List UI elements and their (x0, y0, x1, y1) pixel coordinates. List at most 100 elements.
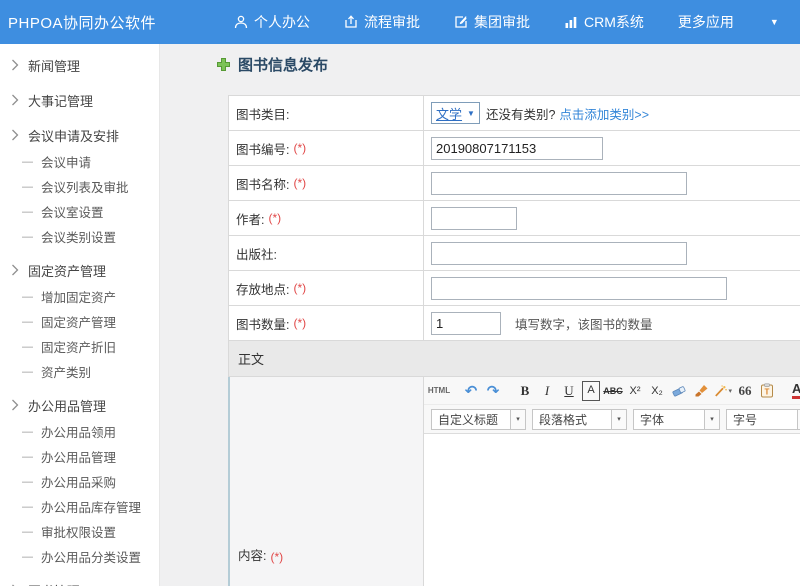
caret-down-icon: ▾ (611, 410, 626, 429)
undo-icon[interactable]: ↶ (462, 381, 480, 401)
font-border-button[interactable]: A (582, 381, 600, 401)
field-label: 图书编号: (236, 139, 289, 158)
page-title: 图书信息发布 (216, 54, 328, 75)
nav-label: 更多应用 (678, 12, 734, 32)
select-caret-icon: ▼ (467, 109, 475, 118)
html-source-button[interactable]: HTML (430, 381, 448, 401)
sidebar-item-news-mgmt[interactable]: 新闻管理 (0, 51, 159, 79)
sidebar-item-asset-add[interactable]: —增加固定资产 (0, 284, 159, 309)
book-name-input[interactable] (431, 172, 687, 195)
paragraph-format-dropdown[interactable]: 段落格式 ▾ (532, 409, 627, 430)
underline-button[interactable]: U (560, 381, 578, 401)
sidebar-item-asset-manage[interactable]: —固定资产管理 (0, 309, 159, 334)
font-size-dropdown[interactable]: 字号 ▾ (726, 409, 800, 430)
nav-item-personal-office[interactable]: 个人办公 (234, 12, 310, 32)
dash-icon: — (22, 366, 33, 378)
chevron-right-icon (11, 129, 19, 141)
book-form: 图书类目: 文学 ▼ 还没有类别? 点击添加类别>> 图书编号: (*) 图书名称… (228, 95, 800, 586)
eraser-icon[interactable] (670, 381, 688, 401)
blockquote-button[interactable]: 66 (736, 381, 754, 401)
font-color-button[interactable]: A▾ (790, 381, 800, 401)
italic-button[interactable]: I (538, 381, 556, 401)
add-category-link[interactable]: 点击添加类别>> (559, 104, 649, 123)
editor-content-area[interactable] (424, 434, 800, 586)
form-row-category: 图书类目: 文学 ▼ 还没有类别? 点击添加类别>> (229, 96, 800, 131)
storage-place-input[interactable] (431, 277, 727, 300)
quantity-input[interactable] (431, 312, 501, 335)
nav-item-crm-system[interactable]: CRM系统 (564, 12, 644, 32)
redo-icon[interactable]: ↷ (484, 381, 502, 401)
sidebar-item-events-mgmt[interactable]: 大事记管理 (0, 86, 159, 114)
font-family-dropdown[interactable]: 字体 ▾ (633, 409, 720, 430)
sidebar-item-meeting-apply[interactable]: —会议申请 (0, 149, 159, 174)
form-row-book-code: 图书编号: (*) (229, 131, 800, 166)
nav-label: 流程审批 (364, 12, 420, 32)
svg-text:T: T (765, 388, 770, 397)
author-input[interactable] (431, 207, 517, 230)
sidebar-item-supplies-stock[interactable]: —办公用品库存管理 (0, 494, 159, 519)
chevron-right-icon (11, 94, 19, 106)
chevron-right-icon (11, 59, 19, 71)
nav-item-workflow-approval[interactable]: 流程审批 (344, 12, 420, 32)
category-select[interactable]: 文学 ▼ (431, 102, 480, 124)
sidebar: 新闻管理 大事记管理 会议申请及安排 —会议申请 —会议列表及审批 —会议室设置… (0, 44, 160, 586)
publisher-input[interactable] (431, 242, 687, 265)
format-brush-icon[interactable] (692, 381, 710, 401)
superscript-button[interactable]: X² (626, 381, 644, 401)
editor-toolbar: HTML ↶ ↷ B I U A ABC X² X₂ ▾ (424, 377, 800, 434)
sidebar-item-approval-permission[interactable]: —审批权限设置 (0, 519, 159, 544)
caret-down-icon: ▾ (704, 410, 719, 429)
nav-label: CRM系统 (584, 12, 644, 32)
field-label: 出版社: (236, 244, 277, 263)
sidebar-item-supplies-mgmt[interactable]: 办公用品管理 (0, 391, 159, 419)
sidebar-item-meeting-list[interactable]: —会议列表及审批 (0, 174, 159, 199)
nav-item-group-approval[interactable]: 集团审批 (454, 12, 530, 32)
no-category-text: 还没有类别? (486, 104, 555, 123)
form-row-author: 作者:(*) (229, 201, 800, 236)
required-marker: (*) (293, 316, 306, 330)
strikethrough-button[interactable]: ABC (604, 381, 622, 401)
bold-button[interactable]: B (516, 381, 534, 401)
dash-icon: — (22, 291, 33, 303)
sidebar-item-asset-depreciation[interactable]: —固定资产折旧 (0, 334, 159, 359)
sidebar-item-supplies-category[interactable]: —办公用品分类设置 (0, 544, 159, 569)
form-row-book-name: 图书名称:(*) (229, 166, 800, 201)
sidebar-item-supplies-manage[interactable]: —办公用品管理 (0, 444, 159, 469)
form-row-content: 内容: (*) HTML ↶ ↷ B I U A ABC (228, 377, 800, 586)
chevron-right-icon (11, 264, 19, 276)
sidebar-item-supplies-claim[interactable]: —办公用品领用 (0, 419, 159, 444)
sidebar-item-supplies-purchase[interactable]: —办公用品采购 (0, 469, 159, 494)
dash-icon: — (22, 551, 33, 563)
sidebar-item-asset-mgmt[interactable]: 固定资产管理 (0, 256, 159, 284)
book-code-input[interactable] (431, 137, 603, 160)
bar-chart-icon (564, 15, 578, 29)
required-marker: (*) (270, 550, 283, 564)
caret-down-icon: ▾ (510, 410, 525, 429)
paste-icon[interactable]: T (758, 381, 776, 401)
sidebar-item-meeting-room[interactable]: —会议室设置 (0, 199, 159, 224)
editor-toolbar-row2: 自定义标题 ▾ 段落格式 ▾ 字体 ▾ 字号 ▾ (424, 404, 800, 433)
sidebar-item-meeting-category[interactable]: —会议类别设置 (0, 224, 159, 249)
field-label: 图书类目: (236, 104, 289, 123)
dash-icon: — (22, 501, 33, 513)
dash-icon: — (22, 526, 33, 538)
dash-icon: — (22, 476, 33, 488)
form-row-storage-place: 存放地点:(*) (229, 271, 800, 306)
auto-format-wand-icon[interactable]: ▾ (714, 381, 732, 401)
app-logo: PHPOA协同办公软件 (8, 12, 156, 33)
sidebar-item-asset-category[interactable]: —资产类别 (0, 359, 159, 384)
nav-item-more-apps[interactable]: 更多应用 (678, 12, 734, 32)
plus-icon (216, 57, 231, 72)
dash-icon: — (22, 156, 33, 168)
required-marker: (*) (293, 141, 306, 155)
field-label: 图书数量: (236, 314, 289, 333)
more-apps-caret-icon[interactable]: ▼ (768, 17, 779, 27)
subscript-button[interactable]: X₂ (648, 381, 666, 401)
sidebar-item-book-mgmt[interactable]: 图书管理 (0, 576, 159, 586)
sidebar-item-meeting-request[interactable]: 会议申请及安排 (0, 121, 159, 149)
form-row-publisher: 出版社: (229, 236, 800, 271)
field-label: 图书名称: (236, 174, 289, 193)
chevron-right-icon (11, 399, 19, 411)
workflow-approve-icon (344, 15, 358, 29)
custom-title-dropdown[interactable]: 自定义标题 ▾ (431, 409, 526, 430)
